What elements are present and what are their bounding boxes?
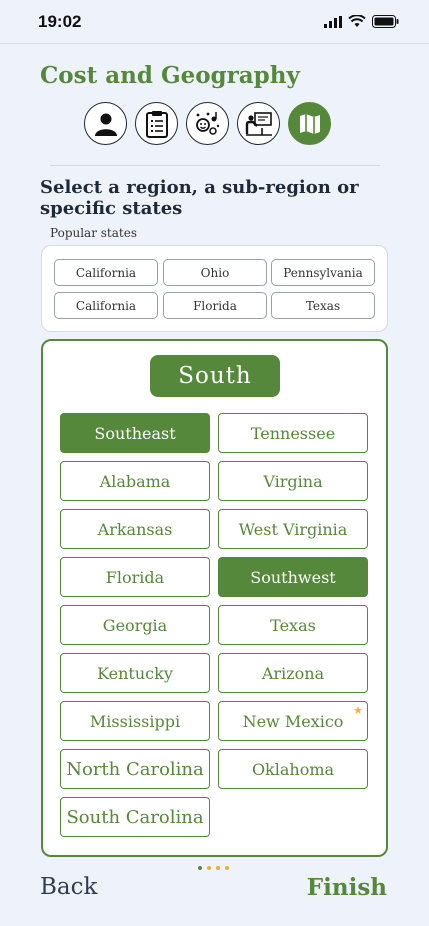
clipboard-icon [145,110,168,138]
divider [50,165,380,166]
popular-state-chip[interactable]: California [54,259,158,286]
person-icon [94,113,117,136]
step-education[interactable] [237,102,280,145]
map-icon [299,113,320,134]
option-label: New Mexico [242,711,344,731]
option-kentucky[interactable]: Kentucky [60,653,210,693]
battery-icon [372,15,399,28]
option-arizona[interactable]: Arizona [218,653,368,693]
wifi-icon [348,15,366,27]
region-title[interactable]: South [150,355,280,397]
option-southwest[interactable]: Southwest [218,557,368,597]
popular-state-chip[interactable]: Ohio [163,259,267,286]
back-button[interactable]: Back [40,874,97,900]
status-icons [324,15,399,28]
popular-states-panel: California Ohio Pennsylvania California … [41,245,388,332]
option-south-carolina[interactable]: South Carolina [60,797,210,837]
page-indicator [198,866,229,870]
option-southeast[interactable]: Southeast [60,413,210,453]
option-new-mexico[interactable]: New Mexico ★ [218,701,368,741]
popular-states-label: Popular states [50,226,137,240]
page-dot [198,866,202,870]
option-mississippi[interactable]: Mississippi [60,701,210,741]
option-oklahoma[interactable]: Oklahoma [218,749,368,789]
section-title: Select a region, a sub-region or specifi… [40,177,359,219]
option-georgia[interactable]: Georgia [60,605,210,645]
page-title: Cost and Geography [40,62,300,89]
option-arkansas[interactable]: Arkansas [60,509,210,549]
star-icon: ★ [353,704,363,717]
arts-icon [195,111,219,135]
option-virgina[interactable]: Virgina [218,461,368,501]
option-alabama[interactable]: Alabama [60,461,210,501]
teacher-icon [245,111,272,136]
popular-state-chip[interactable]: Florida [163,292,267,319]
popular-state-chip[interactable]: Pennsylvania [271,259,375,286]
option-texas[interactable]: Texas [218,605,368,645]
status-time: 19:02 [38,11,82,31]
finish-button[interactable]: Finish [307,874,387,901]
popular-state-chip[interactable]: California [54,292,158,319]
step-activities[interactable] [186,102,229,145]
step-checklist[interactable] [135,102,178,145]
region-panel: South Southeast Tennessee Alabama Virgin… [41,339,388,857]
signal-icon [324,15,342,28]
step-indicator [84,102,331,145]
option-north-carolina[interactable]: North Carolina [60,749,210,789]
option-florida[interactable]: Florida [60,557,210,597]
status-bar: 19:02 [0,0,429,44]
page-dot [216,866,220,870]
option-tennessee[interactable]: Tennessee [218,413,368,453]
page-dot [225,866,229,870]
option-west-virginia[interactable]: West Virginia [218,509,368,549]
step-geography[interactable] [288,102,331,145]
page-dot [207,866,211,870]
popular-state-chip[interactable]: Texas [271,292,375,319]
step-profile[interactable] [84,102,127,145]
